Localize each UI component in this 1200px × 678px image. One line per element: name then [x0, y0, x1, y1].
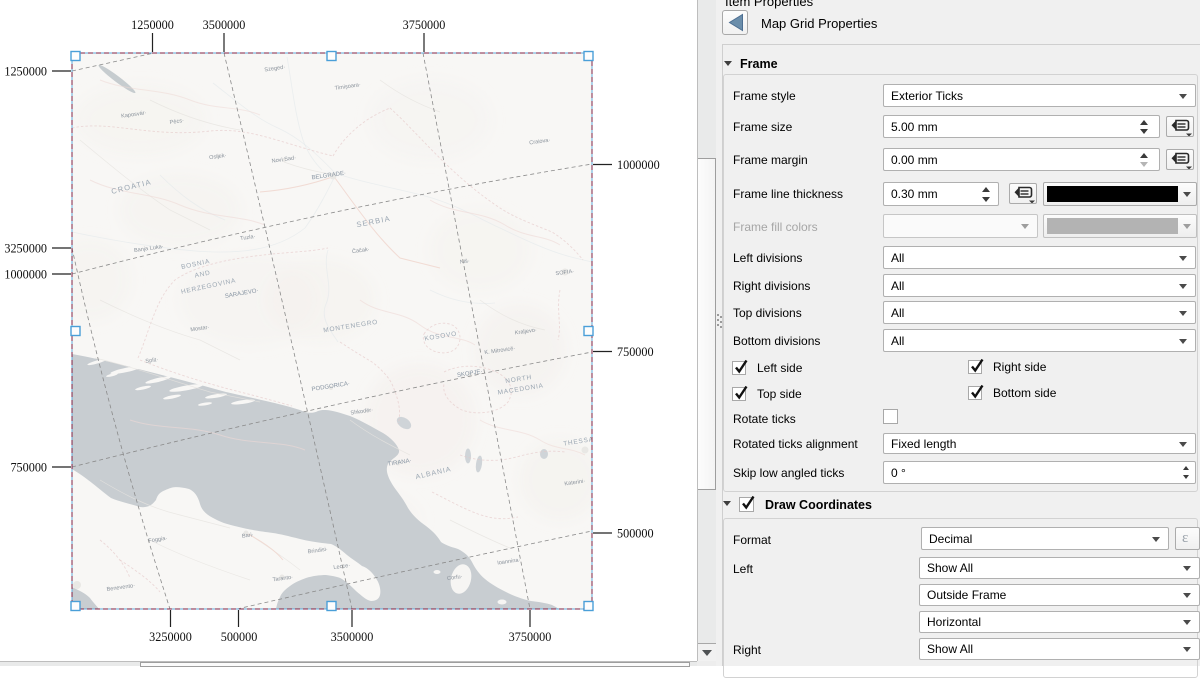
svg-text:3250000: 3250000: [4, 242, 47, 256]
svg-text:1000000: 1000000: [4, 268, 47, 282]
svg-text:750000: 750000: [10, 461, 47, 475]
svg-text:3750000: 3750000: [509, 630, 552, 644]
svg-text:1250000: 1250000: [4, 65, 47, 79]
svg-text:500000: 500000: [221, 630, 258, 644]
svg-text:1000000: 1000000: [617, 158, 660, 172]
svg-text:3250000: 3250000: [149, 630, 192, 644]
svg-text:1250000: 1250000: [131, 18, 174, 32]
svg-text:500000: 500000: [617, 527, 654, 541]
svg-text:3750000: 3750000: [403, 18, 446, 32]
svg-text:3500000: 3500000: [331, 630, 374, 644]
svg-text:3500000: 3500000: [203, 18, 246, 32]
svg-text:750000: 750000: [617, 345, 654, 359]
